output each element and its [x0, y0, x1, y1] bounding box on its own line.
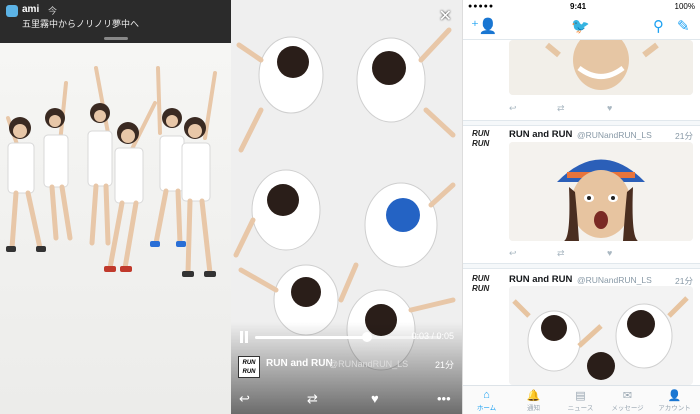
tweet-author-name[interactable]: RUN and RUN: [509, 274, 572, 285]
bottom-tab-bar: ⌂ ホーム 🔔 通知 ▤ ニュース ✉ メッセージ 👤 アカウント: [463, 385, 700, 414]
tweet-time: 21分: [434, 360, 454, 370]
tab-notifications[interactable]: 🔔 通知: [510, 386, 557, 414]
retweet-icon[interactable]: ⇄: [557, 103, 565, 114]
tab-news[interactable]: ▤ ニュース: [557, 386, 604, 414]
add-user-icon[interactable]: ⁺👤: [471, 17, 498, 35]
notification-grabber[interactable]: [104, 37, 128, 40]
tab-label: ホーム: [476, 405, 497, 412]
tab-messages[interactable]: ✉ メッセージ: [604, 386, 651, 414]
home-icon: ⌂: [483, 389, 490, 401]
tweet-media[interactable]: [509, 286, 693, 385]
tweet-author-name[interactable]: RUN and RUN: [266, 358, 333, 369]
like-icon[interactable]: ♥: [607, 103, 612, 113]
notification-message: 五里霧中からノリノリ夢中へ: [22, 19, 140, 29]
search-icon[interactable]: ⚲: [653, 17, 664, 35]
video-progress-fill: [255, 336, 367, 339]
tweet-actions: ↩ ⇄ ♥: [509, 103, 669, 115]
more-icon[interactable]: •••: [437, 391, 451, 406]
tweet-divider: [463, 263, 700, 269]
tweet-author-name[interactable]: RUN and RUN: [509, 129, 572, 140]
like-icon[interactable]: ♥: [607, 248, 612, 258]
dancers-illustration: [6, 66, 217, 277]
twitter-bird-icon: 🐦: [571, 18, 590, 35]
close-icon[interactable]: ✕: [439, 6, 452, 26]
tweet-media[interactable]: [509, 40, 693, 95]
notification-app-name: ami: [22, 4, 40, 15]
tweet-author-handle: @RUNandRUN_LS: [329, 359, 409, 369]
like-icon[interactable]: ♥: [371, 391, 379, 406]
envelope-icon: ✉: [622, 390, 633, 402]
tweet-actions: ↩ ⇄ ♥ •••: [231, 391, 462, 411]
status-bar: ●●●●● 9:41 100%: [463, 0, 700, 14]
tweet-divider: [463, 120, 700, 126]
reply-icon[interactable]: ↩: [239, 391, 250, 407]
timeline-feed[interactable]: ↩ ⇄ ♥ RUN RUN RUN and RUN @RUNandRUN_LS …: [463, 40, 700, 385]
news-icon: ▤: [575, 390, 586, 402]
avatar[interactable]: RUN RUN: [472, 274, 500, 300]
avatar[interactable]: RUN RUN: [238, 356, 260, 378]
person-icon: 👤: [667, 390, 682, 402]
tweet-author-handle: @RUNandRUN_LS: [577, 130, 652, 140]
left-panel: ami 今 五里霧中からノリノリ夢中へ: [0, 0, 231, 414]
tweet-author-handle: @RUNandRUN_LS: [577, 275, 652, 285]
dancers-photo: [0, 43, 231, 414]
twitter-timeline: ●●●●● 9:41 100% ⁺👤 🐦 ⚲ ✎ ↩ ⇄ ♥ RUN RUN R: [462, 0, 700, 414]
tweet-actions: ↩ ⇄ ♥: [509, 248, 669, 260]
notification-banner[interactable]: ami 今 五里霧中からノリノリ夢中へ: [0, 0, 231, 43]
signal-strength: ●●●●●: [468, 3, 495, 10]
pause-icon[interactable]: [239, 331, 249, 343]
retweet-icon[interactable]: ⇄: [307, 391, 318, 407]
tab-label: メッセージ: [611, 405, 644, 412]
app-icon: [6, 5, 18, 17]
bell-icon: 🔔: [526, 390, 541, 402]
tab-label: ニュース: [567, 405, 594, 412]
video-scrub-handle[interactable]: [361, 332, 372, 342]
status-time: 9:41: [570, 2, 587, 11]
tweet-time: 21分: [675, 131, 693, 141]
tab-label: 通知: [527, 405, 540, 412]
video-time: 0:03 / 0:05: [411, 331, 454, 341]
tab-account[interactable]: 👤 アカウント: [651, 386, 698, 414]
reply-icon[interactable]: ↩: [509, 248, 517, 259]
tab-label: アカウント: [658, 405, 691, 412]
retweet-icon[interactable]: ⇄: [557, 248, 565, 259]
compose-icon[interactable]: ✎: [677, 17, 690, 35]
tweet-media[interactable]: [509, 142, 693, 241]
tab-home[interactable]: ⌂ ホーム: [463, 386, 510, 414]
video-viewer: ✕ 0:03 / 0:05 RUN RUN RUN and RUN @RUNan…: [231, 0, 462, 414]
reply-icon[interactable]: ↩: [509, 103, 517, 114]
avatar[interactable]: RUN RUN: [472, 129, 500, 155]
battery-level: 100%: [674, 2, 695, 11]
top-navbar: ⁺👤 🐦 ⚲ ✎: [463, 14, 700, 40]
notification-time: 今: [48, 6, 58, 16]
